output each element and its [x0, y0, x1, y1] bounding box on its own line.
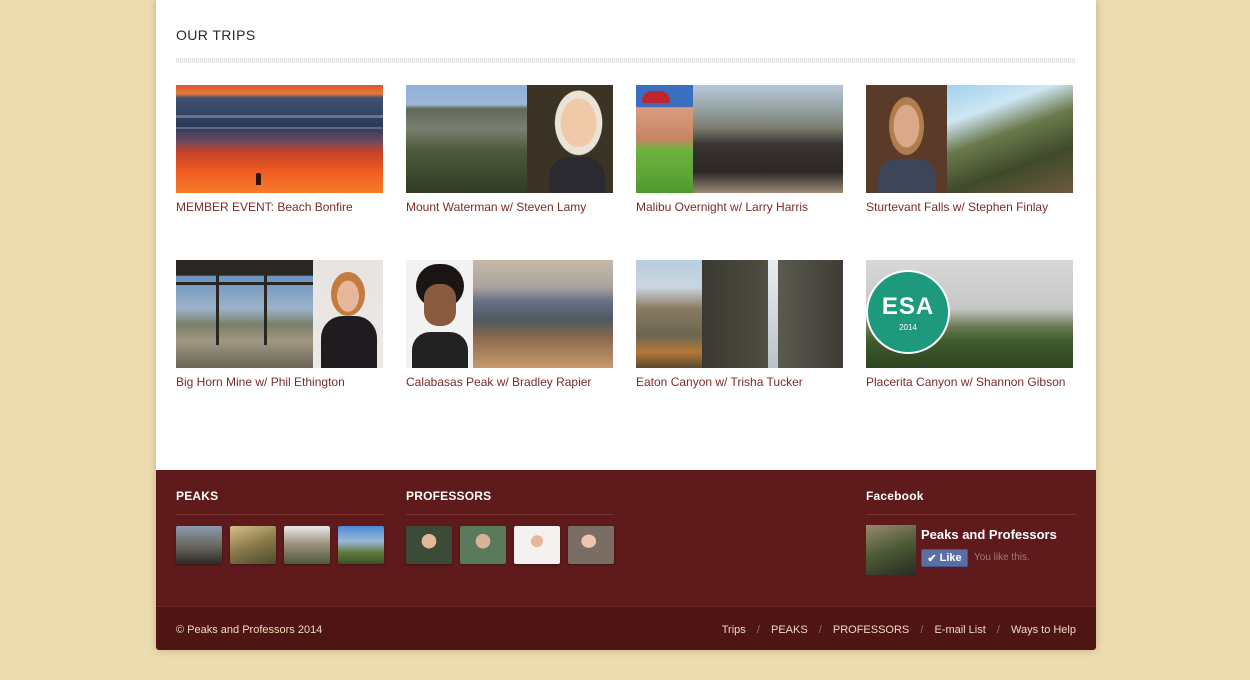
trip-link[interactable]: Malibu Overnight w/ Larry Harris [636, 200, 843, 214]
like-status: You like this. [974, 552, 1030, 563]
trip-card[interactable]: Big Horn Mine w/ Phil Ethington [176, 260, 383, 389]
trip-card[interactable]: MEMBER EVENT: Beach Bonfire [176, 85, 383, 214]
trip-card[interactable]: Malibu Overnight w/ Larry Harris [636, 85, 843, 214]
professor-thumbnail[interactable] [460, 526, 506, 564]
trip-link[interactable]: Eaton Canyon w/ Trisha Tucker [636, 375, 843, 389]
professor-thumbnail[interactable] [406, 526, 452, 564]
facebook-heading: Facebook [866, 489, 924, 503]
nav-separator: / [818, 624, 822, 636]
trip-image-big-horn-mine[interactable] [176, 260, 383, 368]
peak-thumbnail[interactable] [176, 526, 222, 564]
copyright: © Peaks and Professors 2014 [176, 624, 323, 636]
nav-link-ways-to-help[interactable]: Ways to Help [1011, 624, 1076, 636]
professor-thumbnail[interactable] [568, 526, 614, 564]
esa-logo: ESA 2014 [866, 270, 950, 354]
checkmark-icon: ✔ [927, 552, 937, 565]
trip-link[interactable]: Big Horn Mine w/ Phil Ethington [176, 375, 383, 389]
footer-nav: Trips / PEAKS / PROFESSORS / E-mail List… [722, 624, 1076, 636]
trips-section: OUR TRIPS MEMBER EVENT: Beach Bonfire Mo… [156, 0, 1096, 470]
facebook-page-avatar[interactable] [866, 525, 916, 575]
facebook-divider [866, 514, 1076, 515]
professor-thumbnail[interactable] [514, 526, 560, 564]
trip-image-eaton-canyon[interactable] [636, 260, 843, 368]
facebook-like-button[interactable]: ✔ Like [921, 549, 968, 567]
trip-link[interactable]: Mount Waterman w/ Steven Lamy [406, 200, 613, 214]
trip-image-calabasas-peak[interactable] [406, 260, 613, 368]
bottom-bar: © Peaks and Professors 2014 Trips / PEAK… [156, 606, 1096, 650]
peak-thumbnail[interactable] [338, 526, 384, 564]
trip-card[interactable]: Sturtevant Falls w/ Stephen Finlay [866, 85, 1073, 214]
trip-card[interactable]: Calabasas Peak w/ Bradley Rapier [406, 260, 613, 389]
trip-image-malibu-overnight[interactable] [636, 85, 843, 193]
peaks-heading: PEAKS [176, 489, 219, 503]
trip-image-beach-bonfire[interactable] [176, 85, 383, 193]
title-divider [176, 58, 1076, 63]
trip-card[interactable]: Mount Waterman w/ Steven Lamy [406, 85, 613, 214]
peak-thumbnail[interactable] [284, 526, 330, 564]
page-container: OUR TRIPS MEMBER EVENT: Beach Bonfire Mo… [156, 0, 1096, 650]
trip-image-mount-waterman[interactable] [406, 85, 613, 193]
nav-link-trips[interactable]: Trips [722, 624, 746, 636]
nav-link-peaks[interactable]: PEAKS [771, 624, 808, 636]
trip-link[interactable]: Calabasas Peak w/ Bradley Rapier [406, 375, 613, 389]
trip-link[interactable]: MEMBER EVENT: Beach Bonfire [176, 200, 383, 214]
like-button-label: Like [939, 552, 962, 564]
facebook-page-name[interactable]: Peaks and Professors [921, 527, 1057, 542]
trip-image-placerita-canyon[interactable]: ESA 2014 [866, 260, 1073, 368]
trip-image-sturtevant-falls[interactable] [866, 85, 1073, 193]
nav-separator: / [920, 624, 924, 636]
trip-link[interactable]: Placerita Canyon w/ Shannon Gibson [866, 375, 1073, 389]
section-title: OUR TRIPS [176, 27, 256, 43]
nav-separator: / [756, 624, 760, 636]
professors-divider [406, 514, 614, 515]
nav-link-professors[interactable]: PROFESSORS [833, 624, 909, 636]
peaks-divider [176, 514, 384, 515]
professors-heading: PROFESSORS [406, 489, 492, 503]
nav-separator: / [996, 624, 1000, 636]
peak-thumbnail[interactable] [230, 526, 276, 564]
nav-link-email-list[interactable]: E-mail List [934, 624, 985, 636]
trip-card[interactable]: Eaton Canyon w/ Trisha Tucker [636, 260, 843, 389]
trip-card[interactable]: ESA 2014 Placerita Canyon w/ Shannon Gib… [866, 260, 1073, 389]
trip-link[interactable]: Sturtevant Falls w/ Stephen Finlay [866, 200, 1073, 214]
footer: PEAKS PROFESSORS Facebook Peaks and Prof… [156, 470, 1096, 606]
